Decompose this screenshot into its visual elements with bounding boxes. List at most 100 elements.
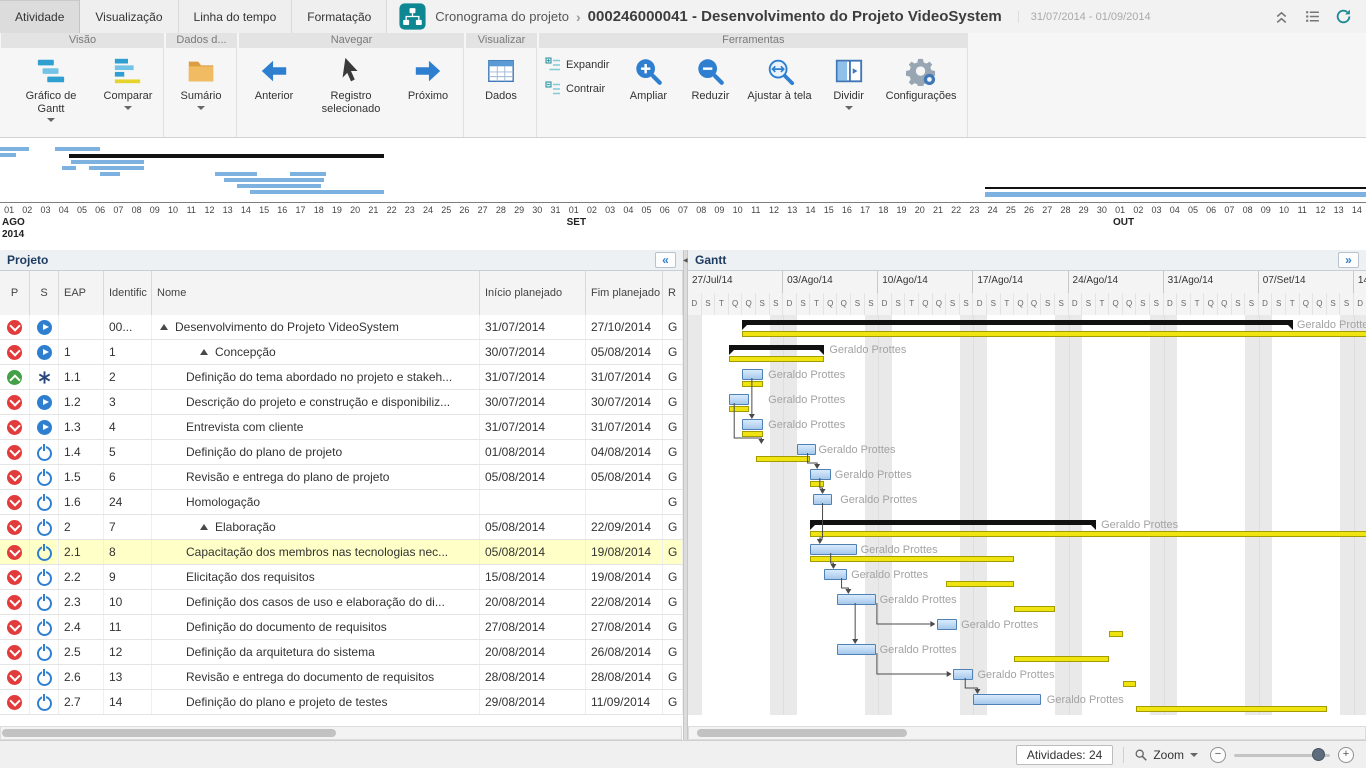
project-hscrollbar-thumb[interactable]: [2, 729, 336, 737]
status-standby-icon[interactable]: [37, 596, 52, 611]
gantt-baseline-bar[interactable]: [729, 406, 749, 412]
tab-linha-do-tempo[interactable]: Linha do tempo: [179, 0, 293, 33]
gantt-baseline-bar[interactable]: [1136, 706, 1326, 712]
gantt-baseline-bar[interactable]: [1109, 631, 1123, 637]
task-row-1-1[interactable]: 1.12Definição do tema abordado no projet…: [0, 365, 683, 390]
zoom-slider-thumb[interactable]: [1312, 748, 1325, 761]
button-contrair[interactable]: Contrair: [545, 81, 605, 97]
task-row-1-2[interactable]: 1.23Descrição do projeto e construção e …: [0, 390, 683, 415]
gantt-hscrollbar-thumb[interactable]: [697, 729, 907, 737]
priority-down-icon[interactable]: [7, 395, 22, 410]
collapse-left-panel-button[interactable]: [655, 252, 676, 268]
status-play-icon[interactable]: [37, 395, 52, 410]
gantt-task-bar[interactable]: [797, 444, 816, 455]
gantt-summary-bar[interactable]: [742, 320, 1292, 325]
list-view-icon[interactable]: [1304, 8, 1321, 25]
button-pr-ximo[interactable]: Próximo: [397, 53, 459, 106]
priority-down-icon[interactable]: [7, 470, 22, 485]
task-row-1[interactable]: 11Concepção30/07/201405/08/2014G: [0, 340, 683, 365]
status-standby-icon[interactable]: [37, 671, 52, 686]
gantt-task-bar[interactable]: [973, 694, 1041, 705]
priority-down-icon[interactable]: [7, 445, 22, 460]
button-expandir[interactable]: Expandir: [545, 57, 609, 73]
button-dados[interactable]: Dados: [470, 53, 532, 106]
gantt-task-bar[interactable]: [953, 669, 973, 680]
status-standby-icon[interactable]: [37, 571, 52, 586]
gantt-task-bar[interactable]: [824, 569, 847, 580]
gantt-baseline-bar[interactable]: [756, 456, 810, 462]
priority-down-icon[interactable]: [7, 495, 22, 510]
tab-atividade[interactable]: Atividade: [0, 0, 80, 33]
column-header-eap[interactable]: EAP: [59, 271, 104, 315]
task-row-2-6[interactable]: 2.613Revisão e entrega do documento de r…: [0, 665, 683, 690]
gantt-task-bar[interactable]: [729, 394, 749, 405]
priority-down-icon[interactable]: [7, 545, 22, 560]
gantt-baseline-bar[interactable]: [810, 531, 1366, 537]
gantt-baseline-bar[interactable]: [1123, 681, 1137, 687]
priority-down-icon[interactable]: [7, 320, 22, 335]
task-row-1-3[interactable]: 1.34Entrevista com cliente31/07/201431/0…: [0, 415, 683, 440]
priority-down-icon[interactable]: [7, 695, 22, 710]
gantt-task-bar[interactable]: [937, 619, 957, 630]
status-play-icon[interactable]: [37, 320, 52, 335]
priority-down-icon[interactable]: [7, 345, 22, 360]
gantt-baseline-bar[interactable]: [1014, 656, 1109, 662]
status-standby-icon[interactable]: [37, 696, 52, 711]
priority-down-icon[interactable]: [7, 595, 22, 610]
button-comparar[interactable]: Comparar: [97, 53, 159, 113]
status-standby-icon[interactable]: [37, 496, 52, 511]
project-hscrollbar[interactable]: [0, 726, 682, 740]
button-anterior[interactable]: Anterior: [243, 53, 305, 106]
gantt-hscrollbar[interactable]: [688, 726, 1366, 740]
gantt-task-bar[interactable]: [810, 469, 830, 480]
button-sum-rio[interactable]: Sumário: [170, 53, 232, 113]
gantt-baseline-bar[interactable]: [1014, 606, 1055, 612]
expand-gantt-panel-button[interactable]: [1338, 252, 1359, 268]
button-registro-selecionado[interactable]: Registro selecionado: [305, 53, 397, 118]
tab-visualiza-o[interactable]: Visualização: [80, 0, 178, 33]
refresh-icon[interactable]: [1335, 8, 1352, 25]
breadcrumb[interactable]: Cronograma do projeto: [435, 9, 569, 24]
task-row-1-6[interactable]: 1.624HomologaçãoG: [0, 490, 683, 515]
gantt-baseline-bar[interactable]: [742, 381, 762, 387]
priority-down-icon[interactable]: [7, 570, 22, 585]
column-header-p[interactable]: P: [0, 271, 30, 315]
gantt-baseline-bar[interactable]: [810, 481, 824, 487]
gantt-task-bar[interactable]: [742, 419, 762, 430]
task-row-2[interactable]: 27Elaboração05/08/201422/09/2014G: [0, 515, 683, 540]
column-header-fim-planejado[interactable]: Fim planejado: [586, 271, 663, 315]
tab-formata-o[interactable]: Formatação: [292, 0, 387, 33]
gantt-task-bar[interactable]: [742, 369, 762, 380]
status-play-icon[interactable]: [37, 345, 52, 360]
status-standby-icon[interactable]: [37, 546, 52, 561]
priority-down-icon[interactable]: [7, 620, 22, 635]
status-standby-icon[interactable]: [37, 521, 52, 536]
gantt-task-bar[interactable]: [837, 644, 875, 655]
tree-expander-icon[interactable]: [160, 324, 168, 330]
task-row-2-4[interactable]: 2.411Definição do documento de requisito…: [0, 615, 683, 640]
gantt-baseline-bar[interactable]: [742, 431, 762, 437]
zoom-slider[interactable]: [1234, 747, 1330, 763]
tree-expander-icon[interactable]: [200, 349, 208, 355]
priority-down-icon[interactable]: [7, 520, 22, 535]
collapse-ribbon-icon[interactable]: [1273, 8, 1290, 25]
gantt-baseline-bar[interactable]: [729, 356, 824, 362]
timeline-overview[interactable]: 0102030405060708091011121314151617181920…: [0, 138, 1366, 250]
task-row-2-7[interactable]: 2.714Definição do plano e projeto de tes…: [0, 690, 683, 715]
button-ampliar[interactable]: Ampliar: [617, 53, 679, 106]
button-dividir[interactable]: Dividir: [818, 53, 880, 113]
zoom-in-button[interactable]: [1338, 747, 1354, 763]
tree-expander-icon[interactable]: [200, 524, 208, 530]
column-header-s[interactable]: S: [30, 271, 59, 315]
task-row-2-2[interactable]: 2.29Elicitação dos requisitos15/08/20141…: [0, 565, 683, 590]
task-row-2-3[interactable]: 2.310Definição dos casos de uso e elabor…: [0, 590, 683, 615]
task-row-2-1[interactable]: 2.18Capacitação dos membros nas tecnolog…: [0, 540, 683, 565]
button-gr-fico-de-gantt[interactable]: Gráfico de Gantt: [5, 53, 97, 125]
status-standby-icon[interactable]: [37, 471, 52, 486]
button-reduzir[interactable]: Reduzir: [679, 53, 741, 106]
gantt-task-bar[interactable]: [837, 594, 875, 605]
gantt-task-bar[interactable]: [813, 494, 832, 505]
zoom-menu[interactable]: Zoom: [1134, 748, 1198, 762]
priority-down-icon[interactable]: [7, 670, 22, 685]
gantt-baseline-bar[interactable]: [946, 581, 1014, 587]
